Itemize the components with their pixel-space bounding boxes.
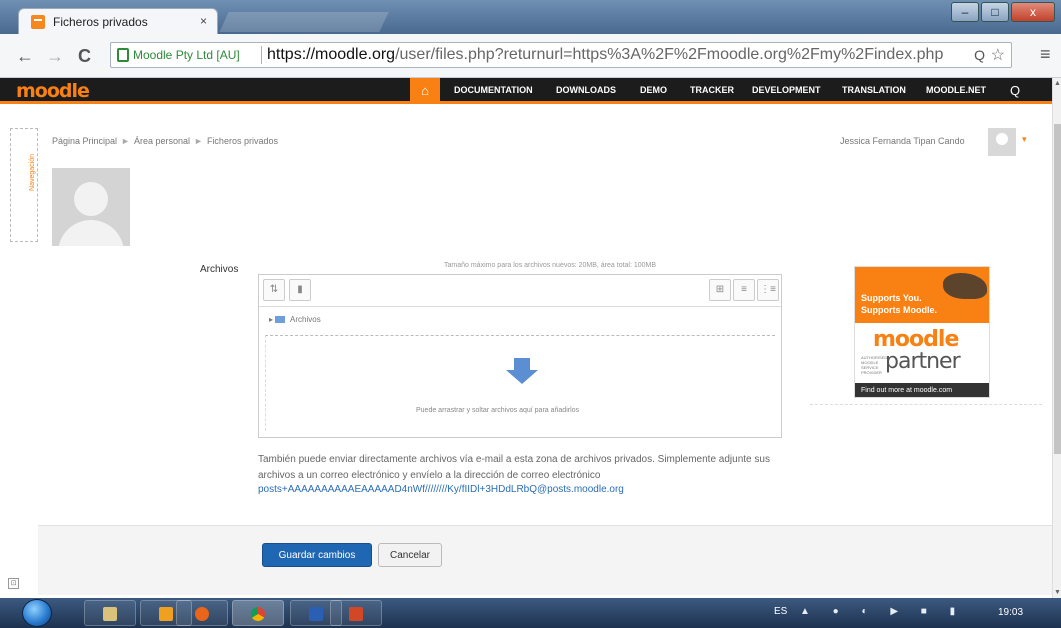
moodle-logo[interactable]: moodle [16,80,90,102]
language-indicator[interactable]: ES [774,606,787,617]
explorer-icon [103,607,117,621]
url-path: /user/files.php?returnurl=https%3A%2F%2F… [395,46,944,63]
user-menu-caret-icon[interactable]: ▾ [1022,134,1027,145]
nav-development[interactable]: DEVELOPMENT [752,85,821,95]
lock-icon [117,48,129,62]
page-scrollbar[interactable]: ▲ ▼ [1052,78,1061,598]
windows-taskbar: ES ▲ ● ◐ ▶ ■ ▮ 19:03 [0,598,1061,628]
maximize-button[interactable]: □ [981,2,1009,22]
taskbar-clock[interactable]: 19:03 [998,607,1023,618]
url-text[interactable]: https://moodle.org/user/files.php?return… [267,46,943,64]
avatar-head [74,182,108,216]
minimize-button[interactable]: – [951,2,979,22]
drop-zone-text: Puede arrastrar y soltar archivos aquí p… [416,407,580,414]
browser-tab-strip: Ficheros privados × – □ x [0,0,1061,34]
drop-arrow-head [506,370,538,384]
ad-footer: Find out more at moodle.com [855,383,989,397]
ad-line-2: Supports Moodle. [861,305,937,315]
nav-moodle-net[interactable]: MOODLE.NET [926,85,986,95]
address-bar[interactable]: Moodle Pty Ltd [AU] https://moodle.org/u… [110,42,1012,68]
taskbar-chrome[interactable] [232,600,284,626]
breadcrumb-current[interactable]: Ficheros privados [207,136,278,146]
avatar-body [58,220,124,246]
ad-partner-text: partner [885,349,961,374]
nav-search-icon[interactable]: Q [1010,83,1020,98]
moodle-favicon-icon [31,15,45,29]
taskbar-explorer[interactable] [84,600,136,626]
folder-path[interactable]: ▸ Archivos [269,315,321,324]
save-changes-button[interactable]: Guardar cambios [262,543,372,567]
drop-arrow-stem [514,358,530,370]
reload-icon[interactable]: C [78,46,91,67]
file-manager: ⇅ ▮ ⊞ ≡ ⋮≡ ▸ Archivos Puede arrastrar y … [258,274,782,438]
drop-zone[interactable]: Puede arrastrar y soltar archivos aquí p… [265,335,775,431]
moodle-navbar: moodle ⌂ DOCUMENTATION DOWNLOADS DEMO TR… [0,78,1052,104]
files-field-label: Archivos [200,264,239,275]
user-name[interactable]: Jessica Fernanda Tipan Cando [840,136,965,146]
back-arrow-icon[interactable]: ← [16,46,34,67]
scroll-up-icon[interactable]: ▲ [1054,80,1061,87]
new-tab-button[interactable] [219,12,389,32]
media-player-icon [159,607,173,621]
folder-icon [275,316,286,324]
profile-picture [52,168,130,246]
max-size-info: Tamaño máximo para los archivos nuevos: … [444,262,657,269]
list-view-icon[interactable]: ≡ [733,279,755,301]
path-arrow-icon: ▸ [269,315,274,324]
bookmark-star-icon[interactable]: ☆ [991,45,1005,65]
breadcrumb: Página Principal ► Área personal ► Ficheros … [52,136,278,146]
window-controls: – □ x [951,2,1055,22]
dock-label: Navegación [28,154,36,191]
add-file-icon[interactable]: ⇅ [263,279,285,301]
breadcrumb-dashboard[interactable]: Área personal [134,136,190,146]
ad-line-1: Supports You. [861,293,922,303]
cancel-button[interactable]: Cancelar [378,543,442,567]
nav-translation[interactable]: TRANSLATION [842,85,906,95]
breadcrumb-separator-icon: ► [121,136,130,146]
user-avatar[interactable] [988,128,1016,156]
scrollbar-thumb[interactable] [1054,124,1061,454]
form-buttons-area [38,525,1052,595]
breadcrumb-home[interactable]: Página Principal [52,136,117,146]
powerpoint-icon [349,607,363,621]
taskbar-firefox[interactable] [176,600,228,626]
tab-close-icon[interactable]: × [200,14,207,28]
drop-arrow-icon [506,358,538,388]
start-button[interactable] [22,599,52,627]
file-manager-toolbar: ⇅ ▮ ⊞ ≡ ⋮≡ [259,275,781,307]
system-tray-icons[interactable]: ▲ ● ◐ ▶ ■ ▮ [800,606,965,617]
email-upload-address[interactable]: posts+AAAAAAAAAAEAAAAAD4nWf////////Ky/fI… [258,484,624,495]
firefox-icon [195,607,209,621]
navigation-dock[interactable]: Navegación [10,128,38,242]
url-host: https://moodle.org [267,46,396,63]
tree-view-icon[interactable]: ⋮≡ [757,279,779,301]
word-icon [309,607,323,621]
email-upload-info: También puede enviar directamente archiv… [258,454,770,481]
block-toggle-icon[interactable]: ⊡ [8,578,19,589]
site-identity[interactable]: Moodle Pty Ltd [AU] [133,48,240,62]
window-close-button[interactable]: x [1011,2,1055,22]
folder-path-label: Archivos [290,315,321,324]
browser-menu-icon[interactable]: ≡ [1040,44,1051,65]
moodle-partner-ad[interactable]: Supports You. Supports Moodle. moodle AU… [854,266,990,398]
scroll-down-icon[interactable]: ▼ [1054,589,1061,596]
nav-documentation[interactable]: DOCUMENTATION [454,85,533,95]
tab-title: Ficheros privados [53,15,148,29]
search-icon[interactable]: Q [974,47,985,63]
nav-downloads[interactable]: DOWNLOADS [556,85,616,95]
create-folder-icon[interactable]: ▮ [289,279,311,301]
forward-arrow-icon[interactable]: → [46,46,64,67]
ad-divider [810,404,1042,405]
taskbar-powerpoint[interactable] [330,600,382,626]
nav-demo[interactable]: DEMO [640,85,667,95]
nav-tracker[interactable]: TRACKER [690,85,734,95]
ad-small-print: AUTHORISED MOODLE SERVICE PROVIDER [861,355,888,375]
breadcrumb-separator-icon: ► [194,136,203,146]
address-separator [261,46,262,64]
chrome-icon [251,607,265,621]
browser-tab[interactable]: Ficheros privados × [18,8,218,34]
icons-view-icon[interactable]: ⊞ [709,279,731,301]
home-icon[interactable]: ⌂ [410,78,440,104]
browser-toolbar: ← → C Moodle Pty Ltd [AU] https://moodle… [0,34,1061,78]
